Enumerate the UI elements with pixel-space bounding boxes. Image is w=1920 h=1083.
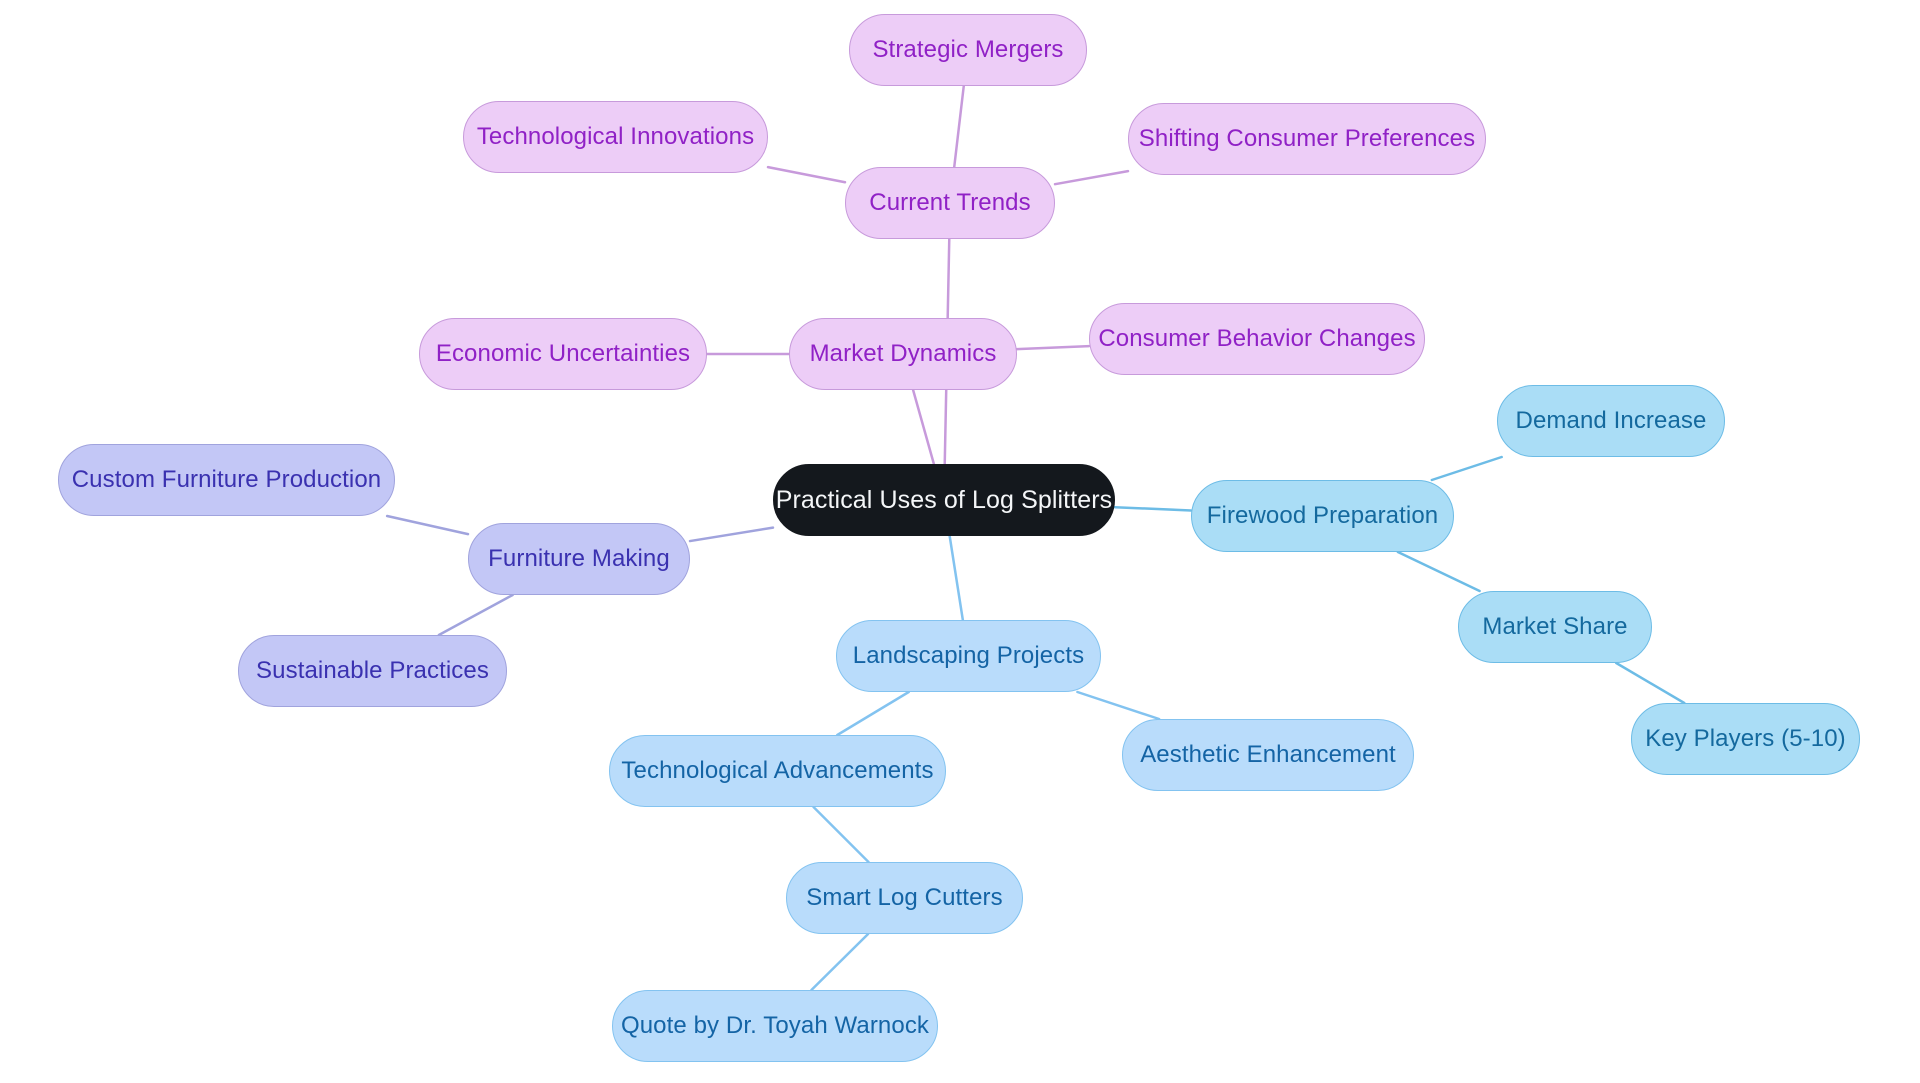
mindmap-node-sustainable_practices[interactable]: Sustainable Practices [238,635,507,707]
mindmap-node-strategic_mergers[interactable]: Strategic Mergers [849,14,1087,86]
mindmap-node-label: Market Dynamics [809,340,997,367]
mindmap-edge-landscaping_projects-to-aesthetic_enhancement [1076,690,1161,721]
mindmap-node-label: Technological Innovations [476,123,755,150]
mindmap-edge-root-to-landscaping_projects [948,534,965,622]
mindmap-node-technological_advancements[interactable]: Technological Advancements [609,735,946,807]
mindmap-node-key_players[interactable]: Key Players (5-10) [1631,703,1860,775]
mindmap-node-market_share[interactable]: Market Share [1458,591,1652,663]
mindmap-node-label: Furniture Making [488,545,670,572]
mindmap-node-custom_furniture_production[interactable]: Custom Furniture Production [58,444,395,516]
mindmap-node-label: Consumer Behavior Changes [1098,325,1416,352]
mindmap-node-label: Aesthetic Enhancement [1140,741,1396,768]
mindmap-node-label: Custom Furniture Production [71,466,382,493]
mindmap-node-demand_increase[interactable]: Demand Increase [1497,385,1725,457]
mindmap-edge-firewood_preparation-to-demand_increase [1430,455,1503,482]
mindmap-edge-current_trends-to-strategic_mergers [952,84,966,169]
mindmap-node-root[interactable]: Practical Uses of Log Splitters [773,464,1115,536]
mindmap-node-label: Technological Advancements [621,757,934,784]
mindmap-node-label: Firewood Preparation [1206,502,1439,529]
mindmap-node-label: Landscaping Projects [852,642,1085,669]
mindmap-node-consumer_behavior_changes[interactable]: Consumer Behavior Changes [1089,303,1425,375]
mindmap-node-technological_innovations[interactable]: Technological Innovations [463,101,768,173]
mindmap-node-label: Smart Log Cutters [806,884,1003,911]
mindmap-node-label: Key Players (5-10) [1645,725,1846,752]
mindmap-node-smart_log_cutters[interactable]: Smart Log Cutters [786,862,1023,934]
mindmap-edge-root-to-furniture_making [688,526,775,543]
mindmap-node-aesthetic_enhancement[interactable]: Aesthetic Enhancement [1122,719,1414,791]
mindmap-node-label: Market Share [1482,613,1628,640]
mindmap-node-market_dynamics[interactable]: Market Dynamics [789,318,1017,390]
mindmap-edge-root-to-firewood_preparation [1113,505,1193,512]
mindmap-edge-furniture_making-to-sustainable_practices [437,593,514,637]
mindmap-node-current_trends[interactable]: Current Trends [845,167,1055,239]
mindmap-node-firewood_preparation[interactable]: Firewood Preparation [1191,480,1454,552]
mindmap-edge-technological_advancements-to-smart_log_cutters [812,805,870,864]
mindmap-node-label: Sustainable Practices [256,657,489,684]
mindmap-edge-smart_log_cutters-to-quote_toyah_warnock [810,932,870,992]
mindmap-edge-market_share-to-key_players [1614,661,1686,705]
mindmap-node-economic_uncertainties[interactable]: Economic Uncertainties [419,318,707,390]
mindmap-node-quote_toyah_warnock[interactable]: Quote by Dr. Toyah Warnock [612,990,938,1062]
mindmap-edge-market_dynamics-to-consumer_behavior_changes [1015,344,1091,351]
mindmap-node-label: Quote by Dr. Toyah Warnock [620,1012,930,1039]
mindmap-edge-firewood_preparation-to-market_share [1396,550,1481,593]
mindmap-node-label: Economic Uncertainties [435,340,691,367]
mindmap-edge-root-to-market_dynamics [911,388,936,466]
mindmap-node-label: Practical Uses of Log Splitters [775,485,1113,514]
mindmap-edge-current_trends-to-technological_innovations [766,165,847,184]
mindmap-node-label: Demand Increase [1515,407,1707,434]
mindmap-edge-landscaping_projects-to-technological_advancements [836,690,910,737]
mindmap-node-furniture_making[interactable]: Furniture Making [468,523,690,595]
mindmap-node-label: Strategic Mergers [872,36,1064,63]
mindmap-node-label: Shifting Consumer Preferences [1138,125,1476,152]
mindmap-edge-current_trends-to-shifting_consumer_preferences [1053,169,1130,186]
mindmap-canvas: Practical Uses of Log Splitters Strategic… [0,0,1920,1083]
mindmap-node-label: Current Trends [869,189,1031,216]
mindmap-node-shifting_consumer_preferences[interactable]: Shifting Consumer Preferences [1128,103,1486,175]
mindmap-edge-furniture_making-to-custom_furniture_production [385,514,470,536]
mindmap-node-landscaping_projects[interactable]: Landscaping Projects [836,620,1101,692]
